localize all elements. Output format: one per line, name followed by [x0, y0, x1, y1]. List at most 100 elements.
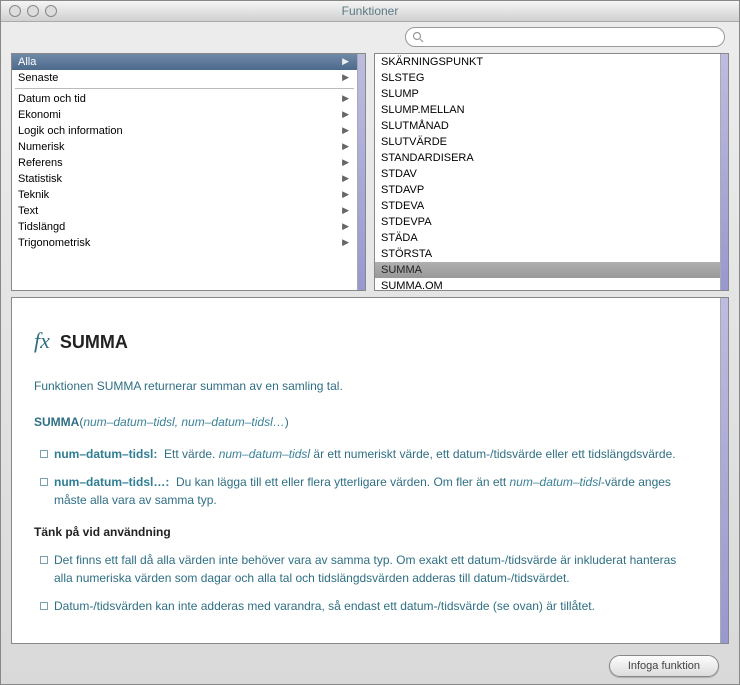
category-item[interactable]: Senaste ▶	[12, 70, 357, 86]
notes-list: Det finns ett fall då alla värden inte b…	[40, 551, 698, 615]
search-field[interactable]	[405, 27, 725, 47]
chevron-right-icon: ▶	[342, 205, 349, 216]
function-item[interactable]: SLUTVÄRDE	[375, 134, 720, 150]
function-label: SLUTMÅNAD	[381, 120, 449, 132]
category-label: Trigonometrisk	[18, 237, 90, 249]
category-item[interactable]: Ekonomi ▶	[12, 107, 357, 123]
function-label: STDEVPA	[381, 216, 432, 228]
function-label: SLSTEG	[381, 72, 424, 84]
category-label: Statistisk	[18, 173, 62, 185]
function-label: SLUTVÄRDE	[381, 136, 447, 148]
function-list[interactable]: SKÄRNINGSPUNKT SLSTEG SLUMP SLUMP.MELLAN SLU…	[375, 54, 720, 290]
parameter-name: num–datum–tidsl:	[54, 447, 157, 461]
function-label: STANDARDISERA	[381, 152, 474, 164]
category-item[interactable]: Trigonometrisk ▶	[12, 235, 357, 251]
chevron-right-icon: ▶	[342, 141, 349, 152]
chevron-right-icon: ▶	[342, 189, 349, 200]
chevron-right-icon: ▶	[342, 93, 349, 104]
category-item[interactable]: Text ▶	[12, 203, 357, 219]
description-content: fx SUMMA Funktionen SUMMA returnerar sum…	[12, 298, 720, 643]
function-item[interactable]: STÄDA	[375, 230, 720, 246]
parameter-ital: num–datum–tidsl	[219, 447, 310, 461]
search-row	[1, 22, 739, 53]
category-label: Ekonomi	[18, 109, 61, 121]
function-item[interactable]: SKÄRNINGSPUNKT	[375, 54, 720, 70]
function-item[interactable]: SLUMP	[375, 86, 720, 102]
category-item[interactable]: Tidslängd ▶	[12, 219, 357, 235]
chevron-right-icon: ▶	[342, 56, 349, 67]
scrollbar[interactable]	[357, 54, 365, 290]
function-label: STDAVP	[381, 184, 424, 196]
category-label: Numerisk	[18, 141, 64, 153]
lists-row: Alla▶Senaste▶Datum och tid▶Ekonomi▶Logik…	[1, 53, 739, 291]
function-panel: SKÄRNINGSPUNKT SLSTEG SLUMP SLUMP.MELLAN SLU…	[374, 53, 729, 291]
function-item[interactable]: SUMMA	[375, 262, 720, 278]
function-item[interactable]: SLSTEG	[375, 70, 720, 86]
search-icon	[412, 31, 424, 43]
function-item[interactable]: SUMMA.OM	[375, 278, 720, 290]
function-item[interactable]: STDAVP	[375, 182, 720, 198]
category-label: Datum och tid	[18, 93, 86, 105]
chevron-right-icon: ▶	[342, 125, 349, 136]
category-label: Alla	[18, 56, 36, 68]
function-label: SKÄRNINGSPUNKT	[381, 56, 483, 68]
category-item[interactable]: Teknik ▶	[12, 187, 357, 203]
search-input[interactable]	[424, 31, 718, 43]
function-item[interactable]: STDEVPA	[375, 214, 720, 230]
category-panel: Alla▶Senaste▶Datum och tid▶Ekonomi▶Logik…	[11, 53, 366, 291]
description-panel: fx SUMMA Funktionen SUMMA returnerar sum…	[11, 297, 729, 644]
category-list[interactable]: Alla▶Senaste▶Datum och tid▶Ekonomi▶Logik…	[12, 54, 357, 290]
category-item[interactable]: Referens ▶	[12, 155, 357, 171]
category-item[interactable]: Datum och tid ▶	[12, 91, 357, 107]
function-item[interactable]: SLUTMÅNAD	[375, 118, 720, 134]
titlebar: Funktioner	[1, 1, 739, 22]
notes-header: Tänk på vid användning	[34, 523, 698, 541]
chevron-right-icon: ▶	[342, 72, 349, 83]
window-title: Funktioner	[1, 4, 739, 18]
scrollbar[interactable]	[720, 298, 728, 643]
parameter-item: num–datum–tidsl…: Du kan lägga till ett …	[40, 473, 698, 509]
function-label: SUMMA.OM	[381, 280, 443, 290]
function-item[interactable]: STANDARDISERA	[375, 150, 720, 166]
function-name: SUMMA	[60, 329, 128, 356]
category-label: Logik och information	[18, 125, 123, 137]
category-item[interactable]: Numerisk ▶	[12, 139, 357, 155]
function-label: SLUMP.MELLAN	[381, 104, 465, 116]
functions-window: Funktioner Alla▶Senaste▶Datum och tid▶Ek…	[0, 0, 740, 685]
category-label: Referens	[18, 157, 63, 169]
function-item[interactable]: STÖRSTA	[375, 246, 720, 262]
function-label: STÖRSTA	[381, 248, 432, 260]
category-label: Text	[18, 205, 38, 217]
button-row: Infoga funktion	[1, 648, 739, 684]
syntax-name: SUMMA	[34, 415, 79, 429]
chevron-right-icon: ▶	[342, 157, 349, 168]
scrollbar[interactable]	[720, 54, 728, 290]
syntax-args: num–datum–tidsl, num–datum–tidsl…	[83, 415, 284, 429]
chevron-right-icon: ▶	[342, 109, 349, 120]
function-title: fx SUMMA	[34, 324, 698, 357]
function-syntax: SUMMA(num–datum–tidsl, num–datum–tidsl…)	[34, 413, 698, 431]
chevron-right-icon: ▶	[342, 237, 349, 248]
function-label: STDAV	[381, 168, 417, 180]
category-label: Senaste	[18, 72, 58, 84]
function-item[interactable]: SLUMP.MELLAN	[375, 102, 720, 118]
category-label: Tidslängd	[18, 221, 65, 233]
parameter-item: num–datum–tidsl: Ett värde. num–datum–ti…	[40, 445, 698, 463]
function-label: STDEVA	[381, 200, 424, 212]
category-item[interactable]: Statistisk▶	[12, 171, 357, 187]
note-item: Det finns ett fall då alla värden inte b…	[40, 551, 698, 587]
description-wrap: fx SUMMA Funktionen SUMMA returnerar sum…	[1, 291, 739, 648]
function-item[interactable]: STDAV	[375, 166, 720, 182]
parameter-ital: num–datum–tidsl	[510, 475, 601, 489]
function-summary: Funktionen SUMMA returnerar summan av en…	[34, 377, 698, 395]
function-label: SUMMA	[381, 264, 422, 276]
function-item[interactable]: STDEVA	[375, 198, 720, 214]
note-item: Datum-/tidsvärden kan inte adderas med v…	[40, 597, 698, 615]
chevron-right-icon: ▶	[342, 221, 349, 232]
category-label: Teknik	[18, 189, 49, 201]
fx-icon: fx	[34, 324, 50, 357]
parameter-name: num–datum–tidsl…:	[54, 475, 169, 489]
category-item[interactable]: Logik och information ▶	[12, 123, 357, 139]
insert-function-button[interactable]: Infoga funktion	[609, 655, 719, 677]
category-item[interactable]: Alla ▶	[12, 54, 357, 70]
